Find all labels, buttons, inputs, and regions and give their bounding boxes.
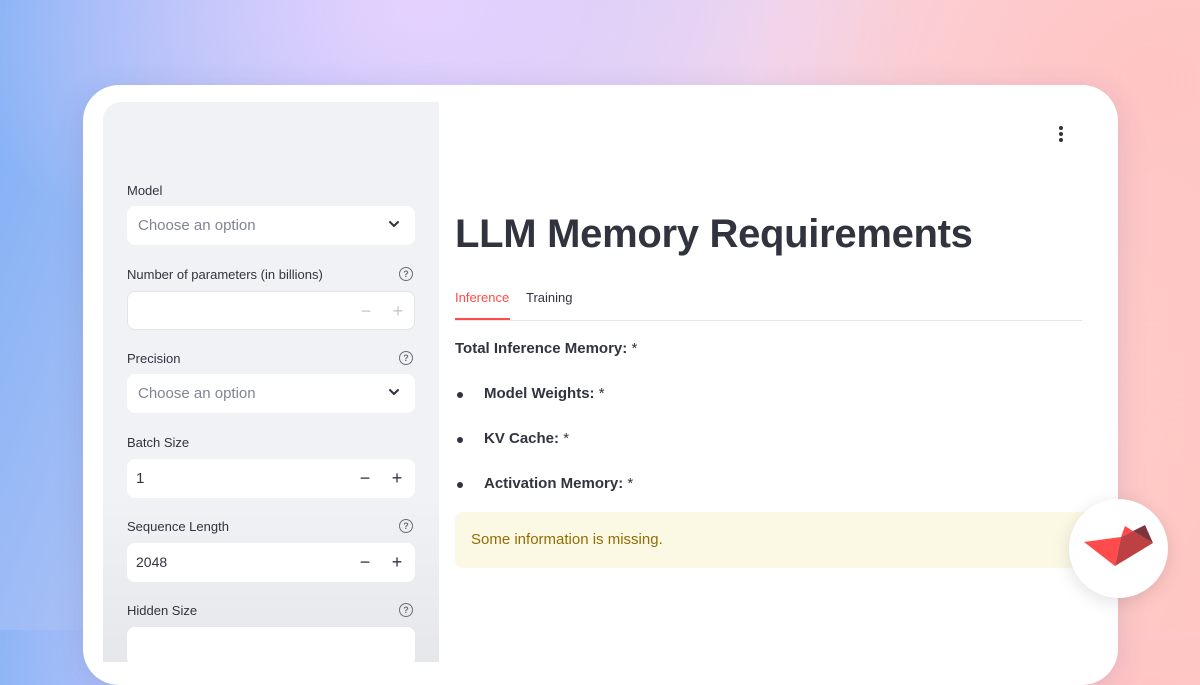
- total-inference-memory: Total Inference Memory: *: [455, 340, 638, 357]
- sidebar: Model Choose an option Number of paramet…: [103, 102, 439, 662]
- precision-select-placeholder: Choose an option: [138, 385, 256, 402]
- tab-inference[interactable]: Inference: [455, 290, 509, 305]
- chevron-down-icon: [389, 221, 399, 227]
- batch-size-value: 1: [136, 470, 145, 487]
- alert-message: Some information is missing.: [471, 531, 663, 548]
- list-item: Model Weights: *: [484, 385, 605, 402]
- num-params-input[interactable]: − +: [127, 291, 415, 330]
- batch-size-label: Batch Size: [127, 435, 190, 450]
- help-icon[interactable]: ?: [399, 351, 413, 365]
- list-bullet: [457, 482, 463, 488]
- sequence-length-decrement-button[interactable]: −: [355, 551, 375, 573]
- more-vertical-icon[interactable]: [1057, 126, 1065, 144]
- active-tab-indicator: [455, 318, 510, 320]
- streamlit-logo-icon: [1084, 525, 1153, 566]
- warning-alert: Some information is missing.: [455, 512, 1095, 568]
- help-icon[interactable]: ?: [399, 267, 413, 281]
- sequence-length-increment-button[interactable]: +: [387, 551, 407, 573]
- sequence-length-value: 2048: [136, 554, 168, 570]
- sequence-length-label: Sequence Length: [127, 519, 229, 534]
- model-label: Model: [127, 183, 163, 198]
- help-icon[interactable]: ?: [399, 603, 413, 617]
- num-params-decrement-button[interactable]: −: [356, 300, 376, 322]
- precision-label: Precision: [127, 351, 181, 366]
- page-title: LLM Memory Requirements: [455, 212, 973, 256]
- batch-size-input[interactable]: 1 − +: [127, 459, 415, 498]
- num-params-increment-button[interactable]: +: [388, 300, 408, 322]
- hidden-size-label: Hidden Size: [127, 603, 198, 618]
- batch-size-decrement-button[interactable]: −: [355, 467, 375, 489]
- list-bullet: [457, 392, 463, 398]
- app-window: Model Choose an option Number of paramet…: [103, 102, 1105, 662]
- tab-bar: Inference Training: [455, 290, 1082, 321]
- model-select[interactable]: Choose an option: [127, 206, 415, 245]
- model-select-placeholder: Choose an option: [138, 217, 256, 234]
- sequence-length-input[interactable]: 2048 − +: [127, 543, 415, 582]
- chevron-down-icon: [389, 389, 399, 395]
- tab-training[interactable]: Training: [526, 290, 572, 305]
- list-item: KV Cache: *: [484, 430, 570, 447]
- streamlit-badge[interactable]: [1069, 499, 1168, 598]
- help-icon[interactable]: ?: [399, 519, 413, 533]
- num-params-label: Number of parameters (in billions): [127, 267, 323, 282]
- precision-select[interactable]: Choose an option: [127, 374, 415, 413]
- hidden-size-input[interactable]: [127, 627, 415, 662]
- main-content: LLM Memory Requirements Inference Traini…: [439, 102, 1105, 662]
- list-item: Activation Memory: *: [484, 475, 634, 492]
- batch-size-increment-button[interactable]: +: [387, 467, 407, 489]
- list-bullet: [457, 437, 463, 443]
